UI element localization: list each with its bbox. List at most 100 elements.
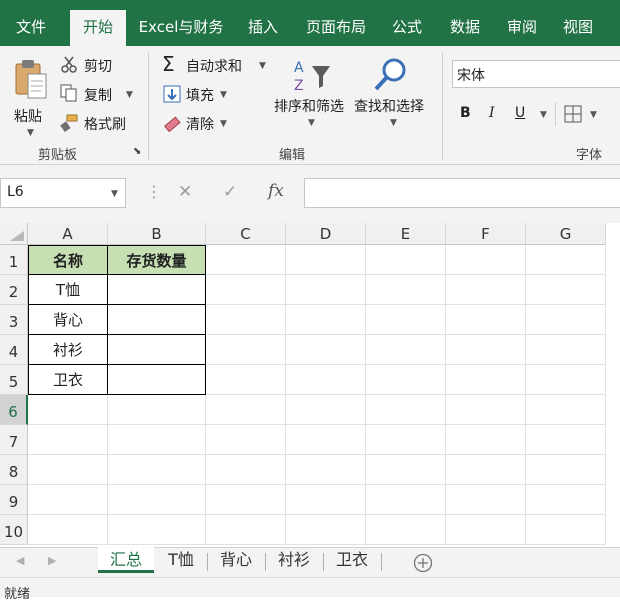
- format-painter-button[interactable]: 格式刷: [84, 114, 126, 134]
- cell-g10[interactable]: [526, 515, 606, 545]
- sheet-tab-tshirt[interactable]: T恤: [156, 547, 206, 575]
- select-all-button[interactable]: [0, 223, 28, 245]
- cell-g3[interactable]: [526, 305, 606, 335]
- cell-c4[interactable]: [206, 335, 286, 365]
- cell-f9[interactable]: [446, 485, 526, 515]
- row-header-5[interactable]: 5: [0, 365, 28, 395]
- cancel-icon[interactable]: ✕: [178, 182, 192, 202]
- cell-d1[interactable]: [286, 245, 366, 275]
- copy-dropdown-icon[interactable]: ▼: [126, 90, 133, 100]
- clear-button[interactable]: 清除: [186, 114, 214, 134]
- column-header-f[interactable]: F: [446, 223, 526, 245]
- row-header-10[interactable]: 10: [0, 515, 28, 545]
- cell-d4[interactable]: [286, 335, 366, 365]
- clear-dropdown-icon[interactable]: ▼: [220, 119, 227, 129]
- autosum-dropdown-icon[interactable]: ▼: [259, 61, 266, 71]
- cell-c9[interactable]: [206, 485, 286, 515]
- cell-a1[interactable]: 名称: [28, 245, 108, 275]
- find-select-dropdown-icon[interactable]: ▼: [390, 118, 397, 128]
- tab-page-layout[interactable]: 页面布局: [298, 0, 374, 46]
- bold-button[interactable]: B: [460, 105, 471, 121]
- row-header-4[interactable]: 4: [0, 335, 28, 365]
- cell-c5[interactable]: [206, 365, 286, 395]
- cell-d8[interactable]: [286, 455, 366, 485]
- cell-c8[interactable]: [206, 455, 286, 485]
- cell-e5[interactable]: [366, 365, 446, 395]
- fill-button[interactable]: 填充: [186, 85, 214, 105]
- cell-f4[interactable]: [446, 335, 526, 365]
- sheet-tab-vest[interactable]: 背心: [208, 547, 264, 575]
- row-header-8[interactable]: 8: [0, 455, 28, 485]
- row-header-3[interactable]: 3: [0, 305, 28, 335]
- autosum-button[interactable]: 自动求和: [186, 56, 242, 76]
- column-header-a[interactable]: A: [28, 223, 108, 245]
- row-header-1[interactable]: 1: [0, 245, 28, 275]
- tab-formulas[interactable]: 公式: [382, 0, 432, 46]
- underline-button[interactable]: U: [515, 105, 525, 121]
- find-select-button[interactable]: 查找和选择 ▼: [352, 54, 436, 140]
- underline-dropdown-icon[interactable]: ▼: [540, 110, 547, 120]
- cell-e10[interactable]: [366, 515, 446, 545]
- paste-button[interactable]: 粘贴 ▼: [10, 56, 50, 138]
- paste-dropdown-icon[interactable]: ▼: [27, 128, 34, 138]
- cell-c3[interactable]: [206, 305, 286, 335]
- column-header-b[interactable]: B: [108, 223, 206, 245]
- cell-g9[interactable]: [526, 485, 606, 515]
- cell-e3[interactable]: [366, 305, 446, 335]
- cell-b6[interactable]: [108, 395, 206, 425]
- cell-f7[interactable]: [446, 425, 526, 455]
- enter-icon[interactable]: ✓: [223, 182, 237, 202]
- row-header-2[interactable]: 2: [0, 275, 28, 305]
- cell-f8[interactable]: [446, 455, 526, 485]
- formula-input[interactable]: [304, 178, 620, 208]
- cell-e2[interactable]: [366, 275, 446, 305]
- cell-e4[interactable]: [366, 335, 446, 365]
- cell-g8[interactable]: [526, 455, 606, 485]
- italic-button[interactable]: I: [489, 105, 495, 121]
- clipboard-launcher-icon[interactable]: ⬊: [133, 146, 141, 157]
- cell-a8[interactable]: [28, 455, 108, 485]
- cell-d7[interactable]: [286, 425, 366, 455]
- cell-d5[interactable]: [286, 365, 366, 395]
- cell-d3[interactable]: [286, 305, 366, 335]
- cell-f5[interactable]: [446, 365, 526, 395]
- cell-c10[interactable]: [206, 515, 286, 545]
- cell-g7[interactable]: [526, 425, 606, 455]
- sheet-tab-summary[interactable]: 汇总: [98, 547, 154, 575]
- cut-button[interactable]: 剪切: [84, 56, 112, 76]
- font-name-select[interactable]: 宋体: [452, 60, 620, 88]
- cell-g4[interactable]: [526, 335, 606, 365]
- cell-a6[interactable]: [28, 395, 108, 425]
- cell-b5[interactable]: [107, 364, 206, 395]
- sheet-tab-hoodie[interactable]: 卫衣: [324, 547, 380, 575]
- cell-f10[interactable]: [446, 515, 526, 545]
- row-header-7[interactable]: 7: [0, 425, 28, 455]
- cell-a2[interactable]: T恤: [28, 274, 108, 305]
- copy-button[interactable]: 复制: [84, 85, 112, 105]
- tab-excel-finance[interactable]: Excel与财务: [134, 0, 228, 46]
- cell-b3[interactable]: [107, 304, 206, 335]
- cell-b10[interactable]: [108, 515, 206, 545]
- scroll-left-icon[interactable]: ◀: [16, 554, 24, 567]
- column-header-e[interactable]: E: [366, 223, 446, 245]
- cell-a10[interactable]: [28, 515, 108, 545]
- border-dropdown-icon[interactable]: ▼: [590, 110, 597, 120]
- cell-b7[interactable]: [108, 425, 206, 455]
- cell-g1[interactable]: [526, 245, 606, 275]
- cell-e6[interactable]: [366, 395, 446, 425]
- tab-review[interactable]: 审阅: [498, 0, 546, 46]
- cell-f6[interactable]: [446, 395, 526, 425]
- cell-a9[interactable]: [28, 485, 108, 515]
- tab-view[interactable]: 视图: [554, 0, 602, 46]
- cell-b2[interactable]: [107, 274, 206, 305]
- add-sheet-icon[interactable]: [413, 553, 433, 573]
- column-header-d[interactable]: D: [286, 223, 366, 245]
- cell-f2[interactable]: [446, 275, 526, 305]
- name-box-dropdown-icon[interactable]: ▼: [111, 189, 118, 199]
- insert-function-icon[interactable]: fx: [268, 181, 284, 201]
- row-header-9[interactable]: 9: [0, 485, 28, 515]
- cell-c6[interactable]: [206, 395, 286, 425]
- cell-g5[interactable]: [526, 365, 606, 395]
- cell-g2[interactable]: [526, 275, 606, 305]
- cell-c1[interactable]: [206, 245, 286, 275]
